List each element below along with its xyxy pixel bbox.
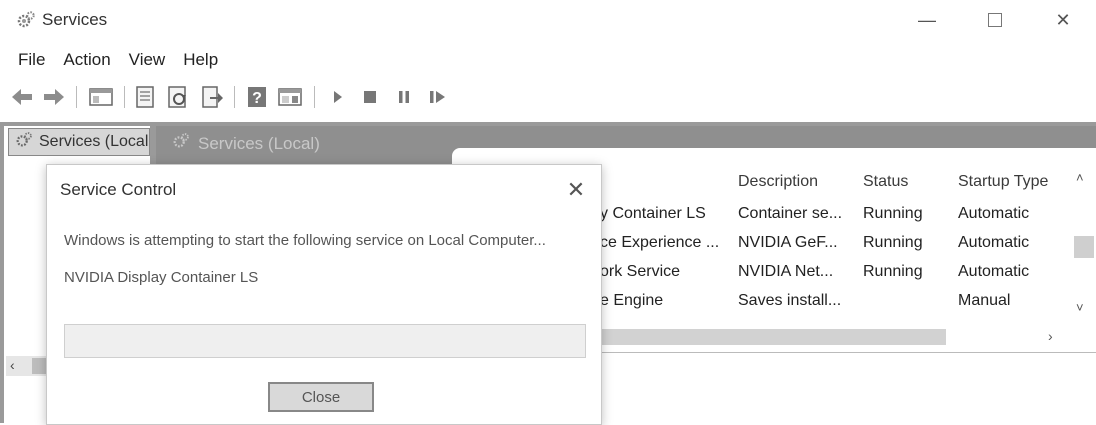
- services-gear-icon: [172, 132, 190, 155]
- column-header-description[interactable]: Description: [738, 173, 818, 191]
- dialog-service-name: NVIDIA Display Container LS: [64, 269, 259, 286]
- arrow-right-icon[interactable]: [42, 86, 66, 108]
- results-pane-title-text: Services (Local): [198, 133, 320, 153]
- row-startup[interactable]: Automatic: [958, 263, 1029, 281]
- row-startup[interactable]: Manual: [958, 292, 1010, 310]
- tree-item-label: Services (Local: [39, 133, 149, 150]
- menu-file[interactable]: File: [18, 46, 45, 74]
- row-description[interactable]: Saves install...: [738, 292, 841, 310]
- list-vertical-scrollbar[interactable]: ˄ ˅: [1070, 166, 1096, 326]
- row-status[interactable]: Running: [863, 263, 923, 281]
- services-gear-icon: [15, 131, 33, 154]
- row-status[interactable]: Running: [863, 234, 923, 252]
- maximize-button[interactable]: [972, 6, 1018, 34]
- dialog-close-button[interactable]: Close: [268, 382, 374, 412]
- action-pane-icon[interactable]: [278, 86, 302, 108]
- tree-item-services-local[interactable]: Services (Local: [8, 128, 150, 156]
- row-status[interactable]: Running: [863, 205, 923, 223]
- toolbar: ?: [0, 80, 1096, 114]
- row-name[interactable]: ce Experience ...: [600, 234, 719, 252]
- scrollbar-thumb[interactable]: [600, 329, 946, 345]
- dialog-message: Windows is attempting to start the follo…: [64, 232, 546, 249]
- close-window-button[interactable]: ✕: [1040, 6, 1086, 34]
- scroll-left-icon[interactable]: ‹: [10, 357, 15, 373]
- column-header-status[interactable]: Status: [863, 173, 908, 191]
- menu-action[interactable]: Action: [63, 46, 110, 74]
- stop-icon[interactable]: [362, 86, 378, 108]
- arrow-left-icon[interactable]: [10, 86, 34, 108]
- row-description[interactable]: NVIDIA GeF...: [738, 234, 838, 252]
- svg-text:?: ?: [252, 90, 262, 107]
- column-header-startup-type[interactable]: Startup Type: [958, 173, 1048, 191]
- scrollbar-thumb[interactable]: [1074, 236, 1094, 258]
- row-name[interactable]: e Engine: [600, 292, 663, 310]
- properties-icon[interactable]: [134, 86, 156, 108]
- row-name[interactable]: ork Service: [600, 263, 680, 281]
- maximize-icon: [988, 13, 1002, 27]
- minimize-icon: —: [918, 9, 936, 30]
- services-gear-icon: [16, 10, 36, 30]
- refresh-icon[interactable]: [166, 86, 190, 108]
- scroll-down-icon[interactable]: ˅: [1076, 300, 1084, 315]
- row-description[interactable]: NVIDIA Net...: [738, 263, 833, 281]
- row-description[interactable]: Container se...: [738, 205, 842, 223]
- export-list-icon[interactable]: [200, 86, 224, 108]
- row-name[interactable]: y Container LS: [600, 205, 706, 223]
- menu-view[interactable]: View: [129, 46, 166, 74]
- scroll-up-icon[interactable]: ˄: [1076, 170, 1084, 185]
- help-icon[interactable]: ?: [246, 86, 268, 108]
- row-startup[interactable]: Automatic: [958, 205, 1029, 223]
- dialog-progress-bar: [64, 324, 586, 358]
- pause-icon[interactable]: [396, 86, 412, 108]
- dialog-close-button-label: Close: [301, 388, 341, 406]
- play-icon[interactable]: [330, 86, 346, 108]
- close-icon: ✕: [1055, 9, 1071, 30]
- dialog-close-icon[interactable]: ✕: [562, 176, 590, 204]
- minimize-button[interactable]: —: [904, 6, 950, 34]
- results-pane-title: Services (Local): [172, 132, 320, 155]
- menu-bar: File Action View Help: [0, 46, 1096, 74]
- menu-help[interactable]: Help: [183, 46, 218, 74]
- list-horizontal-scrollbar[interactable]: ›: [600, 326, 1070, 348]
- scroll-right-icon[interactable]: ›: [1048, 328, 1053, 344]
- restart-icon[interactable]: [428, 86, 448, 108]
- window-title: Services: [42, 10, 108, 29]
- row-startup[interactable]: Automatic: [958, 234, 1029, 252]
- dialog-title: Service Control: [60, 180, 177, 199]
- console-tree-icon[interactable]: [88, 86, 114, 108]
